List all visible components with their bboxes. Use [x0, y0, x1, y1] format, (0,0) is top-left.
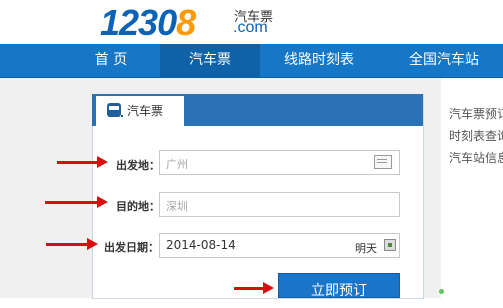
- sidebar-line-2[interactable]: 时刻表查询: [449, 127, 503, 144]
- sidebar-line-3[interactable]: 汽车站信息: [449, 149, 503, 166]
- nav-item-bus-tickets[interactable]: 汽车票: [160, 44, 260, 77]
- annotation-arrow-date: [46, 238, 98, 250]
- book-now-button[interactable]: 立即预订: [278, 273, 400, 299]
- site-logo[interactable]: 12308: [100, 2, 196, 44]
- destination-label: 目的地：: [116, 200, 160, 213]
- nav-item-bus-stations[interactable]: 全国汽车站: [390, 44, 498, 77]
- departure-label: 出发地：: [116, 159, 160, 172]
- departure-input[interactable]: [159, 150, 400, 175]
- annotation-arrow-destination: [45, 196, 108, 208]
- tab-label: 汽车票: [127, 104, 164, 118]
- nav-item-timetable[interactable]: 线路时刻表: [268, 44, 370, 77]
- destination-input[interactable]: [159, 192, 400, 217]
- sidebar-line-1[interactable]: 汽车票预订: [449, 105, 503, 122]
- nav-item-home[interactable]: 首 页: [82, 44, 140, 77]
- site-header: 12308 汽车票 .com: [0, 0, 503, 44]
- calendar-icon[interactable]: [384, 239, 396, 251]
- status-dot: [439, 289, 444, 294]
- date-value: 2014-08-14: [166, 238, 236, 252]
- departure-value: 广州: [166, 158, 188, 171]
- main-nav: 首 页 汽车票 线路时刻表 全国汽车站: [0, 44, 503, 78]
- bus-icon: [107, 103, 123, 117]
- annotation-arrow-departure: [57, 156, 108, 168]
- destination-value: 深圳: [166, 200, 188, 213]
- annotation-arrow-submit: [234, 282, 274, 294]
- logo-domain: .com: [233, 19, 268, 36]
- city-picker-icon[interactable]: [374, 155, 392, 169]
- date-label: 出发日期：: [104, 241, 159, 254]
- date-hint: 明天: [355, 242, 377, 255]
